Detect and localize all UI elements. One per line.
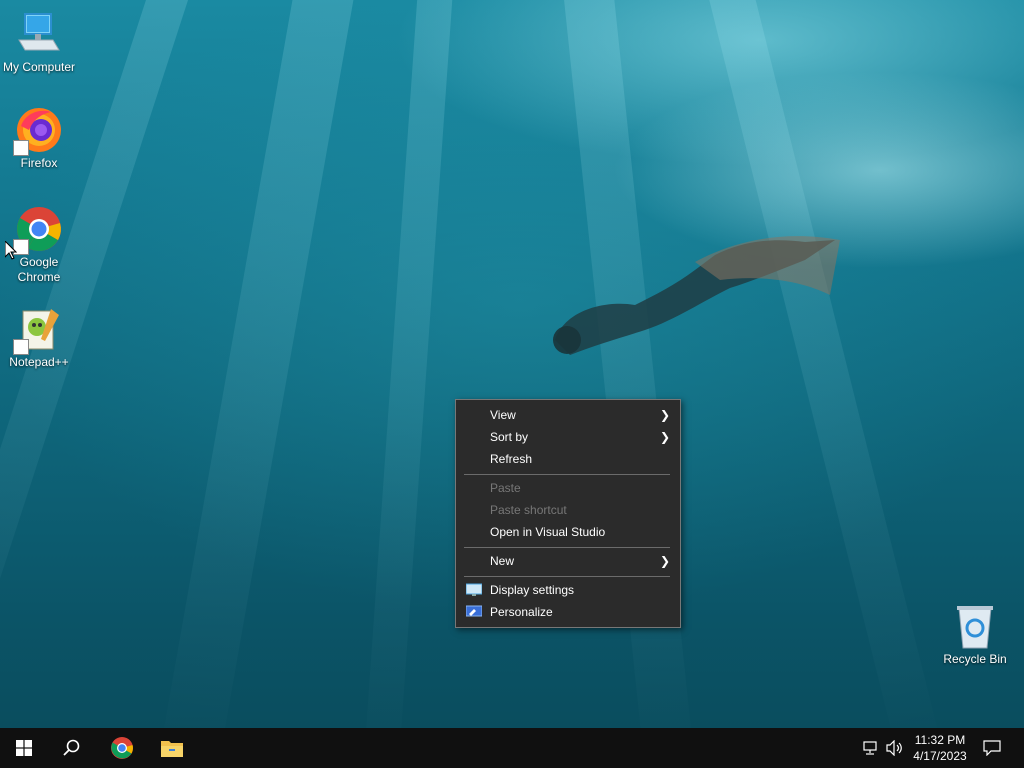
taskbar: 11:32 PM 4/17/2023 [0,728,1024,768]
start-icon [16,740,32,756]
desktop-icon-label: Recycle Bin [943,652,1007,666]
shortcut-arrow-icon [13,339,29,355]
menu-item-view[interactable]: View ❯ [456,404,680,426]
menu-item-paste[interactable]: Paste [456,477,680,499]
volume-icon [886,740,902,756]
computer-icon [15,10,63,58]
notifications-button[interactable] [980,728,1004,768]
desktop-context-menu: View ❯ Sort by ❯ Refresh Paste Paste sho… [455,399,681,628]
chrome-icon [111,737,133,759]
menu-item-new[interactable]: New ❯ [456,550,680,572]
shortcut-arrow-icon [13,140,29,156]
mouse-cursor-icon [5,241,17,260]
menu-item-open-in-visual-studio[interactable]: Open in Visual Studio [456,521,680,543]
start-button[interactable] [0,728,48,768]
menu-item-personalize[interactable]: Personalize [456,601,680,623]
desktop[interactable]: My Computer Firefox Google Chrome Notepa… [0,0,1024,728]
desktop-icon-label: Notepad++ [9,355,69,369]
chrome-icon [13,205,63,255]
notepadpp-icon [13,305,63,355]
desktop-icon-label: Google Chrome [17,255,61,284]
menu-separator [464,547,670,548]
menu-item-refresh[interactable]: Refresh [456,448,680,470]
light-ray [158,0,360,728]
menu-item-sort-by[interactable]: Sort by ❯ [456,426,680,448]
taskbar-chrome-button[interactable] [98,728,146,768]
search-button[interactable] [48,728,96,768]
taskbar-clock[interactable]: 11:32 PM 4/17/2023 [904,732,976,764]
recycle-bin-icon [951,602,999,650]
clock-date: 4/17/2023 [913,749,967,763]
network-icon [863,741,877,755]
desktop-icon-my-computer[interactable]: My Computer [0,10,78,75]
clock-time: 11:32 PM [914,733,966,747]
display-icon [466,583,482,596]
chevron-right-icon: ❯ [659,408,670,422]
desktop-icon-label: Firefox [20,156,58,170]
menu-separator [464,474,670,475]
notifications-icon [983,740,1001,756]
desktop-icon-label: My Computer [2,60,76,74]
menu-item-display-settings[interactable]: Display settings [456,579,680,601]
menu-item-paste-shortcut[interactable]: Paste shortcut [456,499,680,521]
search-icon [63,739,80,756]
desktop-icon-notepadpp[interactable]: Notepad++ [0,305,78,370]
wallpaper-diver [553,236,840,355]
light-ray [362,0,455,728]
chevron-right-icon: ❯ [659,554,670,568]
firefox-icon [13,106,63,156]
personalize-icon [466,605,482,617]
desktop-icon-recycle-bin[interactable]: Recycle Bin [936,602,1014,667]
chevron-right-icon: ❯ [659,430,670,444]
volume-tray-button[interactable] [884,728,906,768]
file-explorer-icon [161,741,183,757]
network-tray-button[interactable] [860,728,882,768]
desktop-icon-firefox[interactable]: Firefox [0,106,78,171]
menu-separator [464,576,670,577]
taskbar-file-explorer-button[interactable] [148,728,196,768]
